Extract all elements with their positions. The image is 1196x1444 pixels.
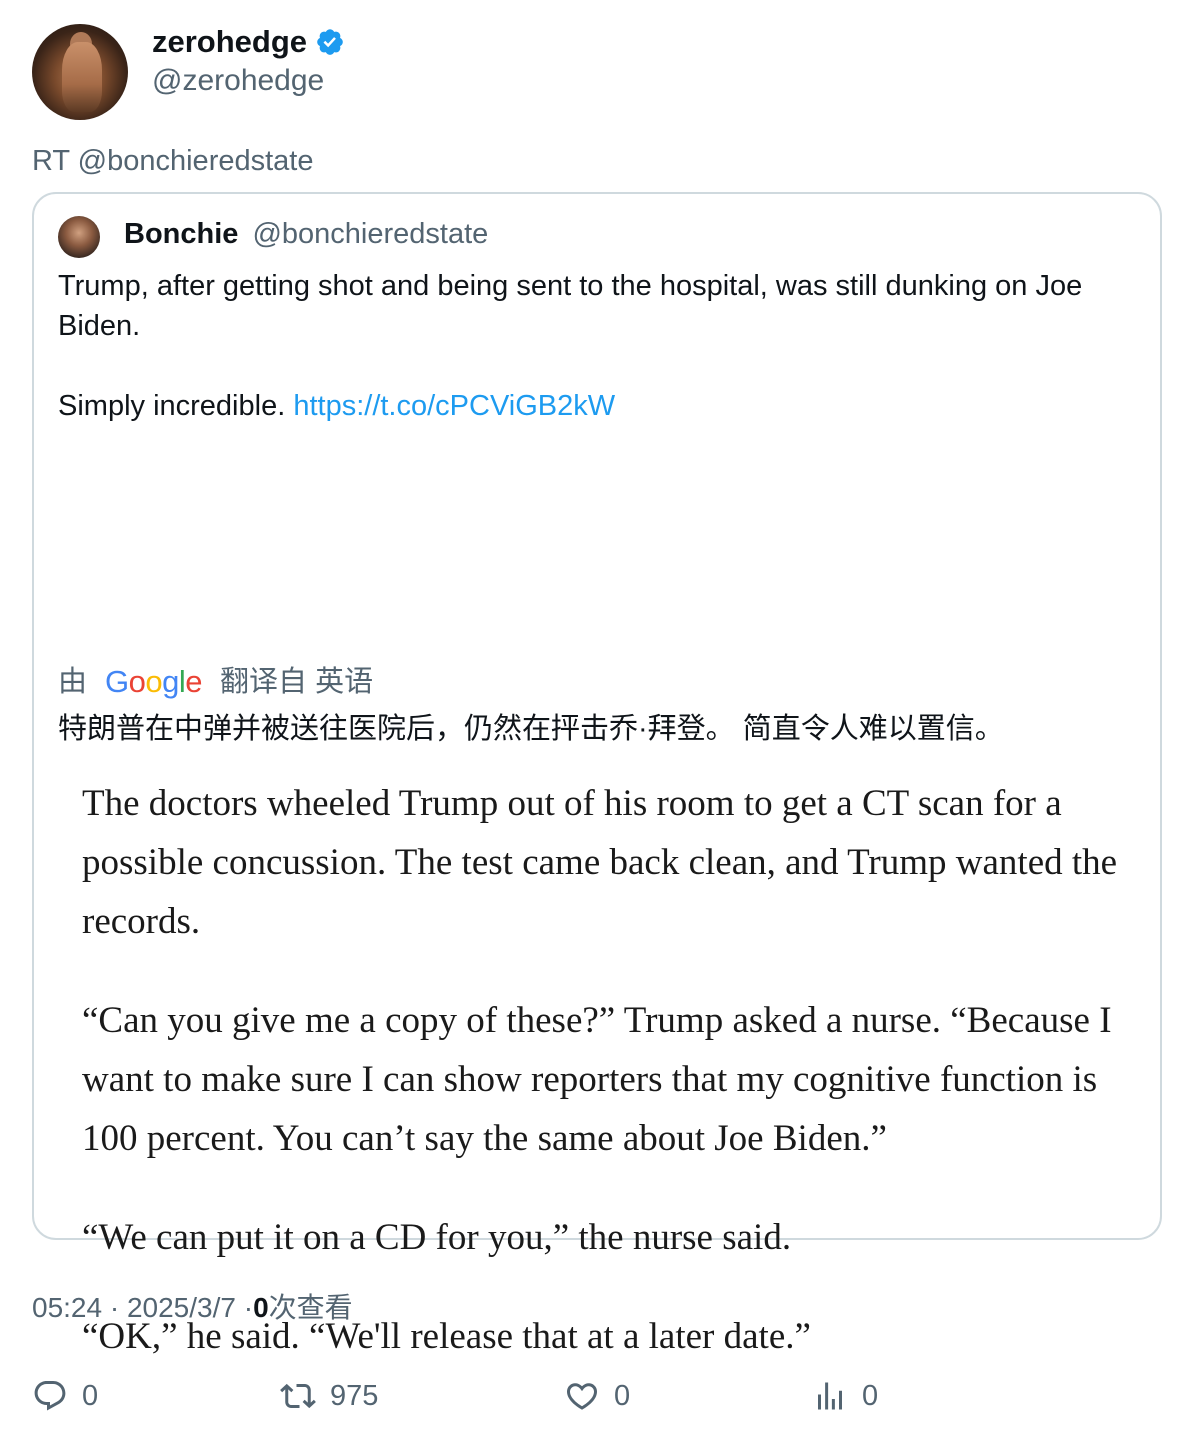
reply-icon [34,1381,66,1411]
meta-separator: · [243,1292,254,1323]
meta-separator: · [109,1292,120,1323]
like-button[interactable]: 0 [564,1372,630,1420]
author-name[interactable]: zerohedge [152,22,345,62]
translate-suffix: 翻译自 英语 [220,666,374,698]
views-action-count: 0 [862,1380,879,1412]
retweet-button[interactable]: 975 [280,1372,378,1420]
reply-button[interactable]: 0 [32,1372,98,1420]
quoted-author-name[interactable]: Bonchie [124,218,238,250]
tweet-meta: 05:24 · 2025/3/7 ·0次查看 [32,1290,353,1326]
google-logo: Google [105,664,203,699]
retweet-indicator: RT @bonchieredstate [32,145,314,177]
quoted-author[interactable]: Bonchie @bonchieredstate [124,214,488,254]
retweet-icon [280,1383,316,1409]
quoted-tweet-line-prefix: Simply incredible. [58,390,286,422]
retweet-count: 975 [330,1380,379,1412]
quoted-author-handle: @bonchieredstate [252,218,489,250]
tweet-link[interactable]: https://t.co/cPCViGB2kW [293,390,615,422]
verified-badge-icon [317,29,343,55]
avatar[interactable] [32,24,128,120]
quoted-author-avatar[interactable] [58,216,100,258]
tweet-date[interactable]: 2025/3/7 [127,1292,236,1323]
excerpt-paragraph: “Can you give me a copy of these?” Trump… [82,1000,1112,1159]
like-count: 0 [614,1380,631,1412]
action-bar: 0 975 0 0 [32,1372,1162,1422]
reply-count: 0 [82,1380,99,1412]
quoted-tweet-line: Trump, after getting shot and being sent… [58,270,1083,342]
translation-attribution: 由 Google 翻译自 英语 [58,662,373,702]
excerpt-paragraph: “We can put it on a CD for you,” the nur… [82,1217,792,1258]
views-count: 0 [253,1292,269,1323]
analytics-icon [818,1382,842,1410]
quoted-tweet-text: Trump, after getting shot and being sent… [58,266,1138,426]
tweet-time[interactable]: 05:24 [32,1292,102,1323]
author-handle[interactable]: @zerohedge [152,62,324,100]
heart-icon [566,1383,598,1410]
excerpt-paragraph: The doctors wheeled Trump out of his roo… [82,783,1118,942]
translate-prefix: 由 [58,666,88,698]
quoted-tweet-line: Simply incredible. https://t.co/cPCViGB2… [58,386,1138,426]
quoted-tweet-card[interactable]: Bonchie @bonchieredstate Trump, after ge… [32,192,1162,1357]
translated-text: 特朗普在中弹并被送往医院后，仍然在抨击乔·拜登。 简直令人难以置信。 [58,713,1004,745]
views-button[interactable]: 0 [812,1372,878,1420]
author-name-text[interactable]: zerohedge [152,22,307,62]
avatar-figure-shape [62,42,102,112]
views-label: 次查看 [268,1292,353,1323]
